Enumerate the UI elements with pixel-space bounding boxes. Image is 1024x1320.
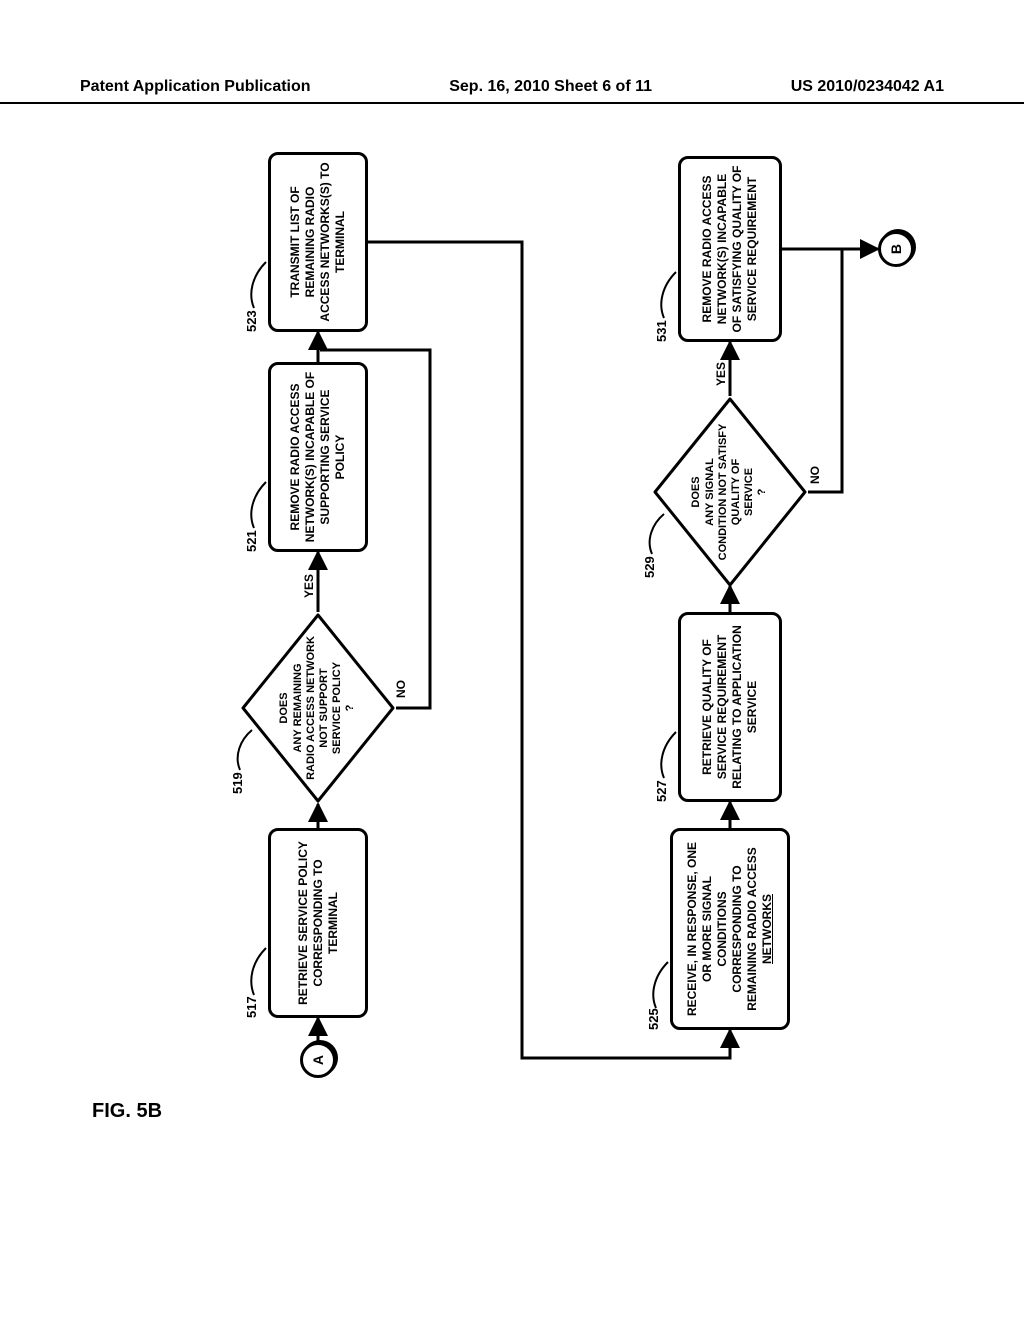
box-525-text: RECEIVE, IN RESPONSE, ONE OR MORE SIGNAL… [685,837,775,1021]
edge-519-yes: YES [302,574,316,598]
header-right: US 2010/0234042 A1 [791,78,944,96]
box-527: RETRIEVE QUALITY OF SERVICE REQUIREMENT … [678,612,782,802]
ref-521: 521 [244,530,259,552]
page-header: Patent Application Publication Sep. 16, … [0,78,1024,104]
box-525-networks: NETWORKS [760,894,774,964]
box-523-text: TRANSMIT LIST OF REMAINING RADIO ACCESS … [288,161,348,323]
header-mid: Sep. 16, 2010 Sheet 6 of 11 [449,78,652,96]
decision-519-text: DOES ANY REMAINING RADIO ACCESS NETWORK … [278,633,357,783]
header-left: Patent Application Publication [80,78,311,96]
edge-519-no: NO [394,680,408,698]
ref-527: 527 [654,780,669,802]
flowchart-5b: A RETRIEVE SERVICE POLICY CORRESPONDING … [130,150,950,1090]
ref-525: 525 [646,1008,661,1030]
box-531-text: REMOVE RADIO ACCESS NETWORK(S) INCAPABLE… [700,165,760,333]
ref-517: 517 [244,996,259,1018]
edge-529-yes: YES [714,362,728,386]
ref-531: 531 [654,320,669,342]
box-521: REMOVE RADIO ACCESS NETWORK(S) INCAPABLE… [268,362,368,552]
ref-523: 523 [244,310,259,332]
decision-519: DOES ANY REMAINING RADIO ACCESS NETWORK … [240,612,396,804]
connector-b: B [878,231,914,267]
connector-a: A [300,1042,336,1078]
ref-529: 529 [642,556,657,578]
ref-519: 519 [230,772,245,794]
edge-529-no: NO [808,466,822,484]
box-517: RETRIEVE SERVICE POLICY CORRESPONDING TO… [268,828,368,1018]
box-521-text: REMOVE RADIO ACCESS NETWORK(S) INCAPABLE… [288,371,348,543]
decision-529-text: DOES ANY SIGNAL CONDITION NOT SATISFY QU… [690,417,769,567]
figure-label: FIG. 5B [92,1100,162,1123]
box-531: REMOVE RADIO ACCESS NETWORK(S) INCAPABLE… [678,156,782,342]
box-527-text: RETRIEVE QUALITY OF SERVICE REQUIREMENT … [700,621,760,793]
decision-529: DOES ANY SIGNAL CONDITION NOT SATISFY QU… [652,396,808,588]
connector-a-label: A [310,1055,326,1065]
box-523: TRANSMIT LIST OF REMAINING RADIO ACCESS … [268,152,368,332]
connector-b-label: B [888,244,904,254]
box-525: RECEIVE, IN RESPONSE, ONE OR MORE SIGNAL… [670,828,790,1030]
box-517-text: RETRIEVE SERVICE POLICY CORRESPONDING TO… [296,837,341,1009]
